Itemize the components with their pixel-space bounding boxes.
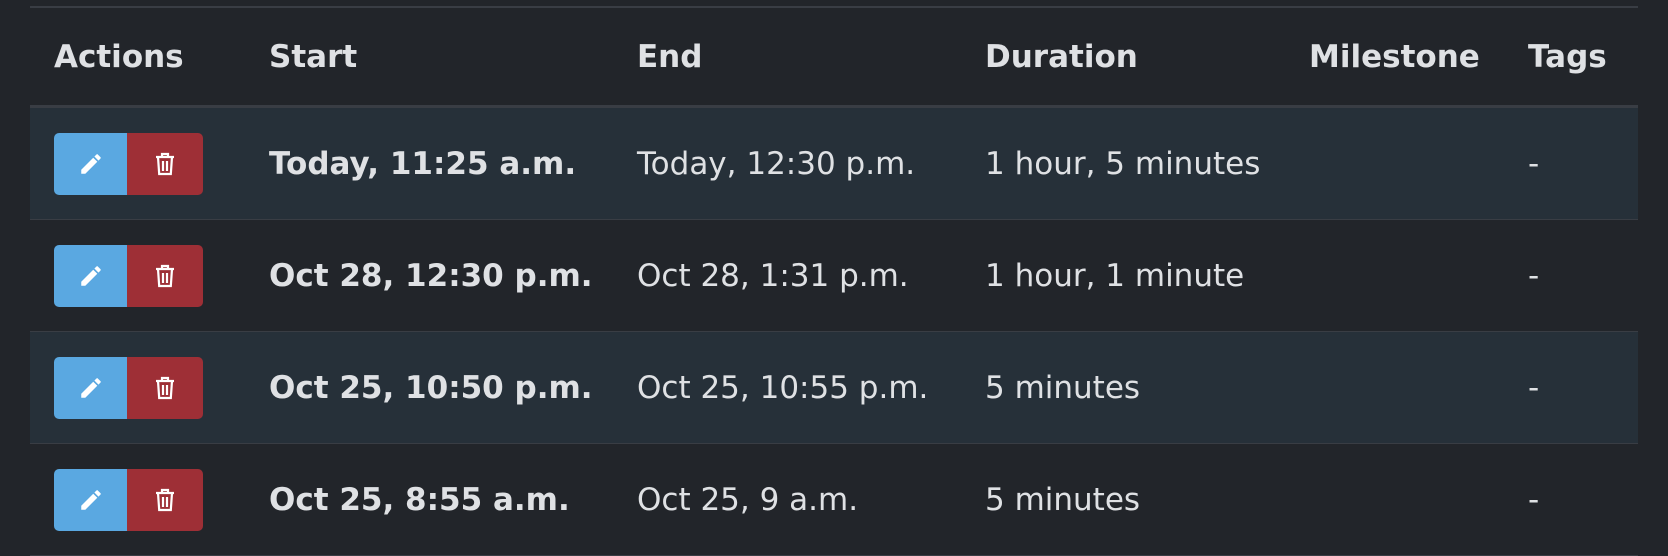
column-header-tags: Tags bbox=[1504, 8, 1638, 108]
row-action-buttons bbox=[54, 244, 203, 307]
table-header-row: Actions Start End Duration Milestone Tag… bbox=[30, 8, 1638, 108]
milestone-cell bbox=[1285, 443, 1504, 556]
tags-cell: - bbox=[1504, 219, 1638, 332]
column-header-duration[interactable]: Duration bbox=[961, 8, 1285, 108]
milestone-cell bbox=[1285, 331, 1504, 444]
edit-button[interactable] bbox=[54, 132, 127, 195]
end-cell: Today, 12:30 p.m. bbox=[613, 106, 961, 220]
row-action-buttons bbox=[54, 132, 203, 195]
delete-button[interactable] bbox=[127, 132, 203, 195]
column-header-start[interactable]: Start bbox=[245, 8, 613, 108]
edit-button[interactable] bbox=[54, 356, 127, 419]
end-cell: Oct 25, 10:55 p.m. bbox=[613, 331, 961, 444]
delete-button[interactable] bbox=[127, 244, 203, 307]
row-action-buttons bbox=[54, 356, 203, 419]
row-action-buttons bbox=[54, 468, 203, 531]
end-cell: Oct 28, 1:31 p.m. bbox=[613, 219, 961, 332]
start-cell: Oct 25, 10:50 p.m. bbox=[245, 331, 613, 444]
actions-cell bbox=[30, 106, 245, 220]
tags-cell: - bbox=[1504, 331, 1638, 444]
pencil-icon bbox=[80, 265, 101, 286]
tags-cell: - bbox=[1504, 106, 1638, 220]
trash-icon bbox=[156, 488, 174, 511]
trash-icon bbox=[156, 264, 174, 287]
table-row: Oct 28, 12:30 p.m. Oct 28, 1:31 p.m. 1 h… bbox=[30, 219, 1638, 332]
pencil-icon bbox=[80, 377, 101, 398]
table-header: Actions Start End Duration Milestone Tag… bbox=[30, 8, 1638, 108]
column-header-end[interactable]: End bbox=[613, 8, 961, 108]
pencil-icon bbox=[80, 153, 101, 174]
milestone-cell bbox=[1285, 106, 1504, 220]
trash-icon bbox=[156, 152, 174, 175]
edit-button[interactable] bbox=[54, 468, 127, 531]
end-cell: Oct 25, 9 a.m. bbox=[613, 443, 961, 556]
actions-cell bbox=[30, 219, 245, 332]
duration-cell: 5 minutes bbox=[961, 331, 1285, 444]
duration-cell: 1 hour, 1 minute bbox=[961, 219, 1285, 332]
delete-button[interactable] bbox=[127, 356, 203, 419]
tags-cell: - bbox=[1504, 443, 1638, 556]
start-cell: Oct 28, 12:30 p.m. bbox=[245, 219, 613, 332]
table-row: Today, 11:25 a.m. Today, 12:30 p.m. 1 ho… bbox=[30, 106, 1638, 220]
table-body: Today, 11:25 a.m. Today, 12:30 p.m. 1 ho… bbox=[30, 106, 1638, 556]
duration-cell: 5 minutes bbox=[961, 443, 1285, 556]
actions-cell bbox=[30, 443, 245, 556]
column-header-milestone[interactable]: Milestone bbox=[1285, 8, 1504, 108]
edit-button[interactable] bbox=[54, 244, 127, 307]
time-entries-table: Actions Start End Duration Milestone Tag… bbox=[30, 8, 1638, 556]
table-row: Oct 25, 8:55 a.m. Oct 25, 9 a.m. 5 minut… bbox=[30, 443, 1638, 556]
start-cell: Oct 25, 8:55 a.m. bbox=[245, 443, 613, 556]
pencil-icon bbox=[80, 489, 101, 510]
milestone-cell bbox=[1285, 219, 1504, 332]
delete-button[interactable] bbox=[127, 468, 203, 531]
table-row: Oct 25, 10:50 p.m. Oct 25, 10:55 p.m. 5 … bbox=[30, 331, 1638, 444]
actions-cell bbox=[30, 331, 245, 444]
time-entries-table-container: Actions Start End Duration Milestone Tag… bbox=[30, 6, 1638, 556]
trash-icon bbox=[156, 376, 174, 399]
duration-cell: 1 hour, 5 minutes bbox=[961, 106, 1285, 220]
column-header-actions: Actions bbox=[30, 8, 245, 108]
start-cell: Today, 11:25 a.m. bbox=[245, 106, 613, 220]
